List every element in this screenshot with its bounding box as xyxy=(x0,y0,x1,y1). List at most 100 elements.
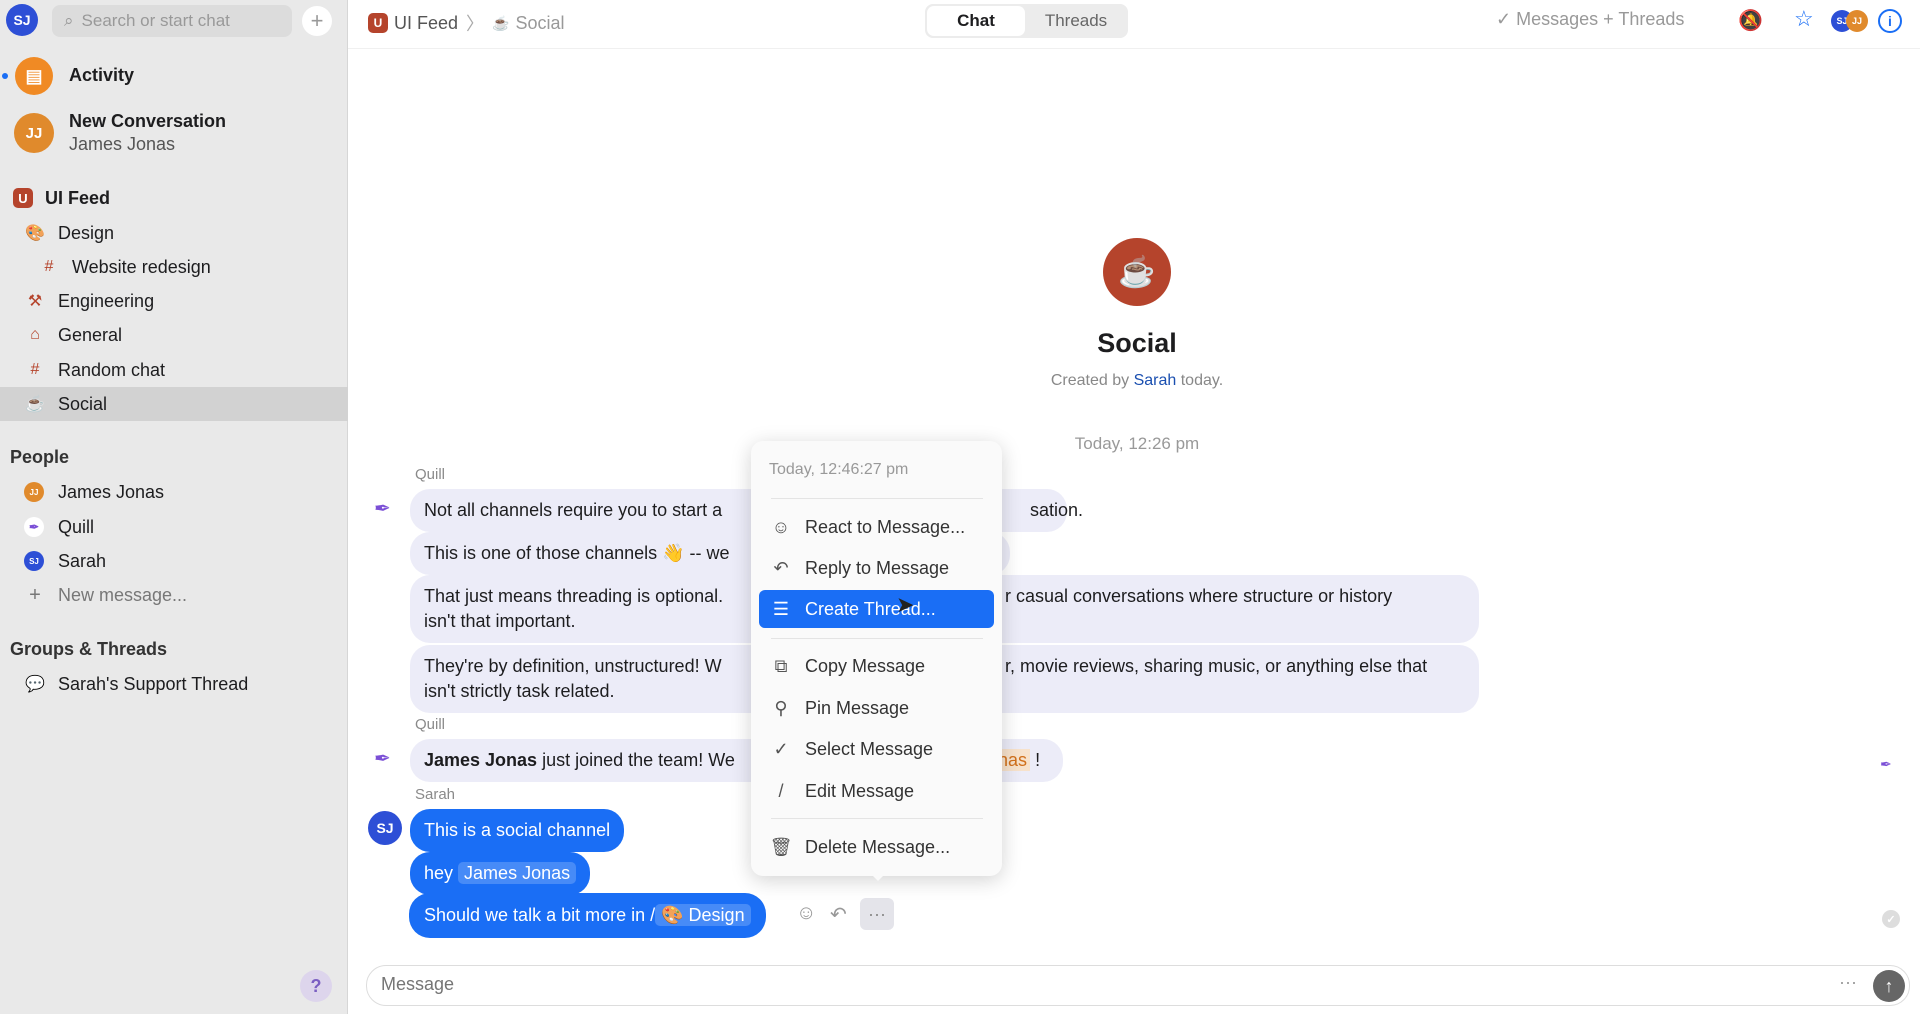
menu-item-pin[interactable]: ⚲ Pin Message xyxy=(759,689,994,727)
new-chat-button[interactable]: + xyxy=(302,6,332,36)
tab-chat[interactable]: Chat xyxy=(927,6,1025,36)
channel-created: Created by Sarah today. xyxy=(1050,372,1224,389)
new-conversation-title[interactable]: New Conversation xyxy=(69,111,226,132)
mouse-cursor: ➤ xyxy=(896,592,915,617)
workspace-badge: U xyxy=(368,13,388,33)
new-message-button[interactable]: + New message... xyxy=(0,578,348,612)
people-section-title: People xyxy=(10,447,70,467)
pencil-icon: / xyxy=(778,780,784,801)
divider xyxy=(771,818,983,819)
sidebar-item-general[interactable]: ⌂ General xyxy=(0,318,348,352)
workspace-badge: U xyxy=(13,188,33,208)
sidebar-item-social[interactable]: ☕ Social xyxy=(0,387,348,421)
message-bubble[interactable]: Should we talk a bit more in / 🎨 Design xyxy=(410,894,765,937)
coffee-cup-icon: ☕ xyxy=(25,396,45,413)
palette-icon: 🎨 xyxy=(25,225,45,242)
message-composer[interactable]: ··· ↑ xyxy=(366,965,1910,1006)
sender-name: Quill xyxy=(415,466,446,483)
delivered-check-icon: ✓ xyxy=(1882,910,1900,928)
divider xyxy=(771,498,983,499)
avatar: SJ xyxy=(368,811,402,845)
filter-dropdown[interactable]: ✓ Messages + Threads xyxy=(1496,9,1684,30)
bell-muted-icon[interactable]: 🔕 xyxy=(1738,8,1763,33)
smiley-plus-icon: ☺ xyxy=(771,516,791,537)
menu-item-create-thread[interactable]: ☰ Create Thread... xyxy=(759,590,994,628)
message-input[interactable] xyxy=(381,974,1781,995)
send-button[interactable]: ↑ xyxy=(1873,970,1905,1002)
menu-item-select[interactable]: ✓ Select Message xyxy=(759,730,994,768)
sidebar-item-activity[interactable]: Activity xyxy=(69,65,134,86)
help-button[interactable]: ? xyxy=(300,970,332,1002)
sidebar-item-engineering[interactable]: ⚒ Engineering xyxy=(0,284,348,318)
read-receipt-quill-icon: ✒ xyxy=(1880,756,1892,772)
avatar: SJ xyxy=(24,551,44,571)
menu-item-delete[interactable]: 🗑 Delete Message... xyxy=(759,828,994,866)
breadcrumb-separator: 〉 xyxy=(466,14,485,34)
hash-icon: # xyxy=(44,258,54,275)
activity-icon: ▤ xyxy=(15,57,53,95)
menu-timestamp: Today, 12:46:27 pm xyxy=(769,461,909,478)
groups-section-title: Groups & Threads xyxy=(10,639,168,659)
menu-pointer xyxy=(866,869,890,881)
sidebar-group-sarahs-support-thread[interactable]: 💬 Sarah's Support Thread xyxy=(0,667,348,701)
pin-icon: ⚲ xyxy=(774,697,788,718)
menu-item-react[interactable]: ☺ React to Message... xyxy=(759,508,994,546)
star-icon[interactable]: ☆ xyxy=(1794,6,1814,32)
plus-icon: + xyxy=(29,583,41,606)
more-icon[interactable]: ··· xyxy=(1839,972,1857,993)
sidebar-item-website-redesign[interactable]: # Website redesign xyxy=(0,250,348,284)
info-icon[interactable]: i xyxy=(1878,9,1902,33)
sidebar-item-design[interactable]: 🎨 Design xyxy=(0,216,348,250)
divider xyxy=(771,638,983,639)
quill-icon: ✒ xyxy=(374,748,391,770)
user-avatar[interactable]: SJ xyxy=(6,4,38,36)
sidebar-person-james-jonas[interactable]: JJ James Jonas xyxy=(0,475,348,509)
avatar: JJ xyxy=(24,482,44,502)
menu-item-edit[interactable]: / Edit Message xyxy=(759,772,994,810)
message-bubble[interactable]: This is a social channel xyxy=(410,809,625,852)
channel-title: Social xyxy=(1097,328,1177,358)
message-bubble[interactable]: hey James Jonas xyxy=(410,852,591,895)
sidebar-workspace-ui-feed[interactable]: U UI Feed xyxy=(0,181,348,215)
trash-icon: 🗑 xyxy=(769,836,793,857)
hash-icon: # xyxy=(30,361,40,378)
search-input[interactable]: ⌕ Search or start chat xyxy=(52,5,292,37)
react-icon[interactable]: ☺ xyxy=(796,902,816,925)
coffee-cup-icon: ☕ xyxy=(492,14,510,31)
thread-plus-icon: ☰ xyxy=(772,598,790,619)
breadcrumb: U UI Feed 〉 ☕ Social xyxy=(368,10,565,36)
house-icon: ⌂ xyxy=(30,326,40,343)
unread-dot xyxy=(2,73,8,79)
reply-icon: ↶ xyxy=(773,557,789,578)
sender-name: Sarah xyxy=(415,786,456,803)
check-circle-icon: ✓ xyxy=(773,738,789,759)
quill-icon: ✒ xyxy=(24,517,44,537)
quill-icon: ✒ xyxy=(374,498,391,520)
copy-icon: ⧉ xyxy=(774,655,788,676)
menu-item-reply[interactable]: ↶ Reply to Message xyxy=(759,549,994,587)
breadcrumb-ui-feed[interactable]: UI Feed xyxy=(394,13,458,34)
sidebar: SJ ⌕ Search or start chat + ▤ Activity JJ… xyxy=(0,0,348,1014)
mention-james-jonas[interactable]: James Jonas xyxy=(458,862,577,884)
speech-bubble-icon: 💬 xyxy=(25,676,45,693)
header: U UI Feed 〉 ☕ Social Chat Threads ✓ Mess… xyxy=(348,0,1920,49)
hammer-icon: ⚒ xyxy=(27,293,43,310)
reply-icon[interactable]: ↶ xyxy=(830,902,847,927)
menu-item-copy[interactable]: ⧉ Copy Message xyxy=(759,647,994,685)
search-icon: ⌕ xyxy=(64,11,74,30)
creator-link[interactable]: Sarah xyxy=(1134,372,1177,389)
avatar[interactable]: JJ xyxy=(1846,10,1868,32)
avatar: JJ xyxy=(14,113,54,153)
checkmark-icon: ✓ xyxy=(1496,9,1517,29)
channel-icon-coffee-cup: ☕ xyxy=(1103,238,1171,306)
breadcrumb-social[interactable]: Social xyxy=(515,13,564,34)
context-menu: Today, 12:46:27 pm ☺ React to Message... … xyxy=(751,441,1002,881)
more-options-button[interactable]: ··· xyxy=(860,898,894,930)
channel-link-design[interactable]: 🎨 Design xyxy=(655,904,751,926)
sidebar-item-random-chat[interactable]: # Random chat xyxy=(0,353,348,387)
new-conversation-subtitle: James Jonas xyxy=(69,134,176,154)
sidebar-person-sarah[interactable]: SJ Sarah xyxy=(0,544,348,578)
sidebar-person-quill[interactable]: ✒ Quill xyxy=(0,510,348,544)
sender-name: Quill xyxy=(415,716,446,733)
tab-threads[interactable]: Threads xyxy=(1027,6,1125,36)
